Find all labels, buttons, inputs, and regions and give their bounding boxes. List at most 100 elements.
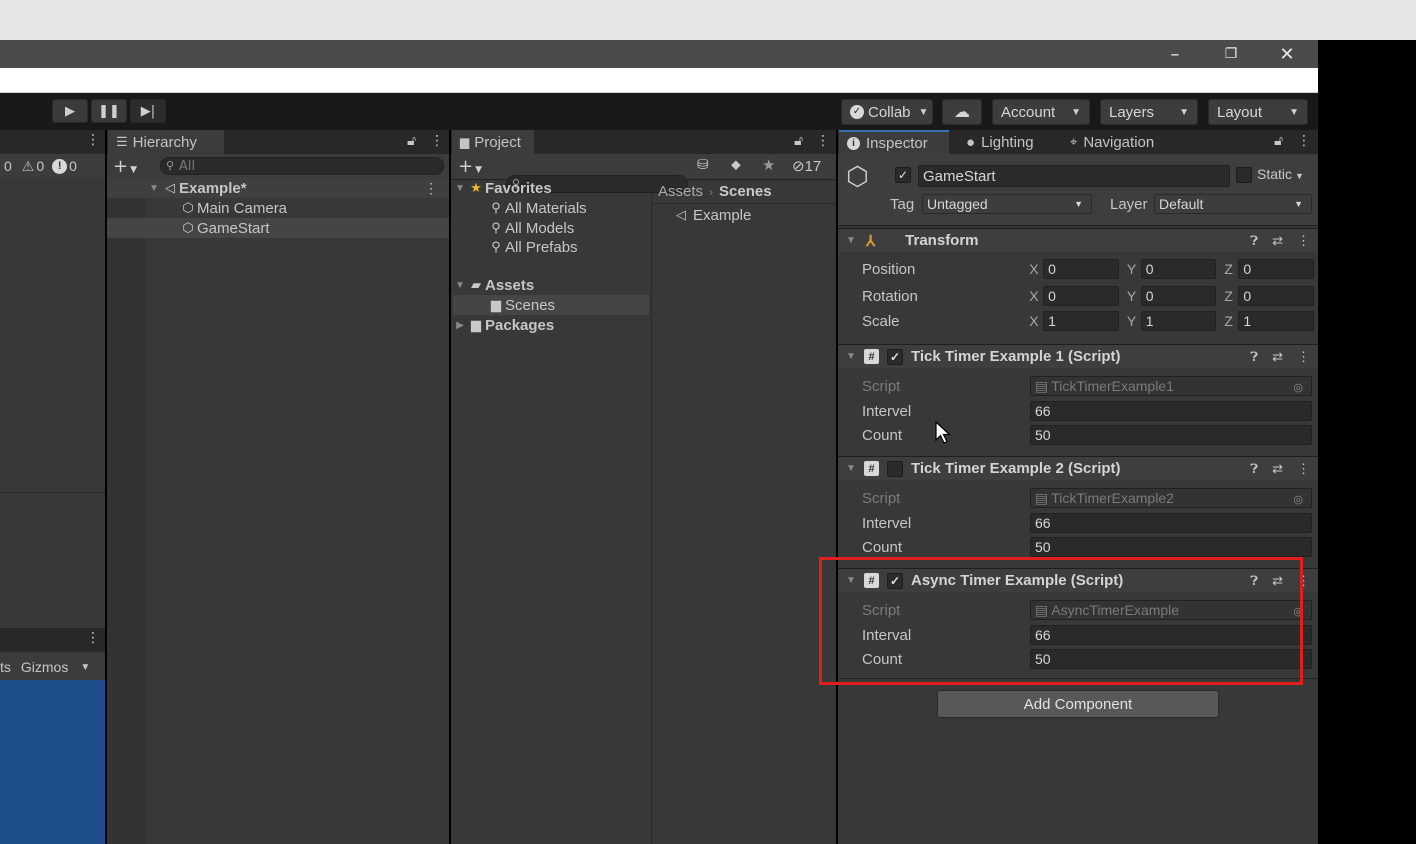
transform-header[interactable]: ▼ ⅄ Transform ❓︎ ⇄ ⋮: [838, 228, 1318, 252]
gameobject-cube-icon[interactable]: ⬡: [846, 162, 869, 192]
more-icon[interactable]: ⋮: [1297, 349, 1310, 365]
object-picker-icon[interactable]: ◎: [1293, 381, 1303, 394]
favorite-item[interactable]: ⚲ All Models: [453, 218, 649, 238]
more-icon[interactable]: ⋮: [430, 133, 444, 149]
tab-project[interactable]: ▆ Project: [452, 130, 534, 154]
more-icon[interactable]: ⋮: [424, 180, 438, 197]
packages-folder[interactable]: ▶ ▆ Packages: [453, 315, 649, 335]
tab-inspector[interactable]: i Inspector: [839, 130, 949, 154]
tab-lighting[interactable]: ● Lighting: [958, 130, 1042, 154]
scene-row[interactable]: ▼ ◁ Example* ⋮: [107, 178, 449, 198]
expand-arrow-icon[interactable]: ▼: [453, 183, 467, 194]
hierarchy-gutter: [107, 180, 147, 844]
star-icon[interactable]: ★: [762, 156, 775, 174]
layout-dropdown[interactable]: Layout ▼: [1208, 99, 1308, 125]
dropdown-arrow-icon[interactable]: ▼: [80, 662, 90, 673]
component-enabled-checkbox[interactable]: [887, 460, 903, 477]
more-icon[interactable]: ⋮: [1297, 133, 1311, 149]
hierarchy-search-input[interactable]: ⚲ All: [160, 157, 444, 175]
expand-arrow-icon[interactable]: ▼: [147, 183, 161, 194]
hierarchy-item-gamestart[interactable]: ⬡ GameStart: [107, 218, 449, 238]
add-component-button[interactable]: Add Component: [937, 690, 1219, 718]
effects-label[interactable]: ts: [0, 659, 11, 675]
breadcrumb-scenes[interactable]: Scenes: [719, 183, 772, 200]
favorite-item[interactable]: ⚲ All Prefabs: [453, 237, 649, 257]
breadcrumb-assets[interactable]: Assets: [658, 183, 703, 200]
collapse-arrow-icon[interactable]: ▼: [844, 351, 858, 362]
hierarchy-item-main-camera[interactable]: ⬡ Main Camera: [107, 198, 449, 218]
help-icon[interactable]: ❓︎: [1250, 233, 1258, 249]
tag-dropdown[interactable]: Untagged ▼: [922, 194, 1092, 214]
lock-icon[interactable]: 🔓︎: [794, 133, 803, 149]
minimize-button[interactable]: –: [1147, 40, 1203, 68]
cloud-button[interactable]: ☁: [942, 99, 982, 125]
expand-arrow-icon[interactable]: ▼: [453, 280, 467, 291]
scale-x-field[interactable]: 1: [1043, 311, 1119, 331]
count-field[interactable]: 50: [1030, 537, 1312, 557]
restore-button[interactable]: ❐: [1203, 40, 1259, 68]
field-row-count: Count 50: [862, 423, 1314, 447]
error-count[interactable]: 0: [69, 158, 77, 174]
count-field[interactable]: 50: [1030, 425, 1312, 445]
collab-dropdown[interactable]: ✓ Collab ▼: [841, 99, 933, 125]
layers-dropdown[interactable]: Layers ▼: [1100, 99, 1198, 125]
transform-row-scale: Scale X1 Y1 Z1: [862, 309, 1315, 333]
presets-icon[interactable]: ⇄: [1272, 349, 1283, 365]
rotation-y-field[interactable]: 0: [1140, 286, 1217, 306]
component-header-tick-timer-2[interactable]: ▼ # Tick Timer Example 2 (Script) ❓︎ ⇄ ⋮: [838, 456, 1318, 480]
tag-icon[interactable]: ⬥: [731, 157, 741, 173]
assets-folder[interactable]: ▼ ▰ Assets: [453, 275, 649, 295]
close-button[interactable]: ✕: [1259, 40, 1315, 68]
tab-navigation[interactable]: ⌖ Navigation: [1062, 130, 1162, 154]
more-icon[interactable]: ⋮: [816, 133, 830, 149]
position-y-field[interactable]: 0: [1140, 259, 1217, 279]
scale-z-field[interactable]: 1: [1238, 311, 1315, 331]
object-picker-icon[interactable]: ◎: [1293, 493, 1303, 506]
step-button[interactable]: ▶|: [130, 99, 166, 123]
dropdown-arrow-icon: ▼: [1294, 199, 1303, 209]
interval-field[interactable]: 66: [1030, 401, 1312, 421]
scene-viewport[interactable]: [0, 680, 105, 844]
account-dropdown[interactable]: Account ▼: [992, 99, 1090, 125]
presets-icon[interactable]: ⇄: [1272, 233, 1283, 249]
static-checkbox[interactable]: [1236, 167, 1252, 183]
tab-hierarchy[interactable]: ☰ Hierarchy: [108, 130, 224, 154]
more-icon[interactable]: ⋮: [1297, 233, 1310, 249]
collapse-arrow-icon[interactable]: ▼: [844, 463, 858, 474]
log-count[interactable]: 0: [4, 158, 12, 174]
static-dropdown[interactable]: Static ▼: [1257, 166, 1304, 182]
scale-y-field[interactable]: 1: [1140, 311, 1217, 331]
create-button[interactable]: + ▼: [113, 156, 137, 177]
collapse-arrow-icon[interactable]: ▶: [453, 320, 467, 331]
active-checkbox[interactable]: ✓: [895, 167, 911, 183]
more-icon[interactable]: ⋮: [1297, 461, 1310, 477]
rotation-x-field[interactable]: 0: [1043, 286, 1119, 306]
play-button[interactable]: ▶: [52, 99, 88, 123]
search-by-type-icon[interactable]: ⛁: [697, 157, 709, 173]
lock-icon[interactable]: 🔓︎: [1274, 133, 1283, 149]
presets-icon[interactable]: ⇄: [1272, 461, 1283, 477]
component-header-tick-timer-1[interactable]: ▼ # ✓ Tick Timer Example 1 (Script) ❓︎ ⇄ ⋮: [838, 344, 1318, 368]
position-z-field[interactable]: 0: [1238, 259, 1315, 279]
interval-field[interactable]: 66: [1030, 513, 1312, 533]
lock-icon[interactable]: 🔓︎: [407, 133, 416, 149]
help-icon[interactable]: ❓︎: [1250, 461, 1258, 477]
help-icon[interactable]: ❓︎: [1250, 349, 1258, 365]
gizmos-button[interactable]: Gizmos: [21, 659, 68, 675]
favorites-folder[interactable]: ▼ ★ Favorites: [453, 178, 649, 198]
collapse-arrow-icon[interactable]: ▼: [844, 235, 858, 246]
favorite-item[interactable]: ⚲ All Materials: [453, 198, 649, 218]
layer-dropdown[interactable]: Default ▼: [1154, 194, 1312, 214]
rotation-z-field[interactable]: 0: [1238, 286, 1315, 306]
component-enabled-checkbox[interactable]: ✓: [887, 348, 903, 365]
more-icon[interactable]: ⋮: [86, 630, 100, 646]
hidden-packages-toggle[interactable]: ⊘17: [792, 157, 821, 175]
create-button[interactable]: + ▼: [458, 156, 482, 177]
pause-button[interactable]: ❚❚: [91, 99, 127, 123]
object-name-field[interactable]: GameStart: [918, 165, 1230, 187]
position-x-field[interactable]: 0: [1043, 259, 1119, 279]
scenes-folder[interactable]: ▆ Scenes: [453, 295, 649, 315]
warn-count[interactable]: 0: [36, 158, 44, 174]
project-file-example[interactable]: ◁ Example: [672, 205, 832, 225]
more-icon[interactable]: ⋮: [86, 132, 100, 148]
